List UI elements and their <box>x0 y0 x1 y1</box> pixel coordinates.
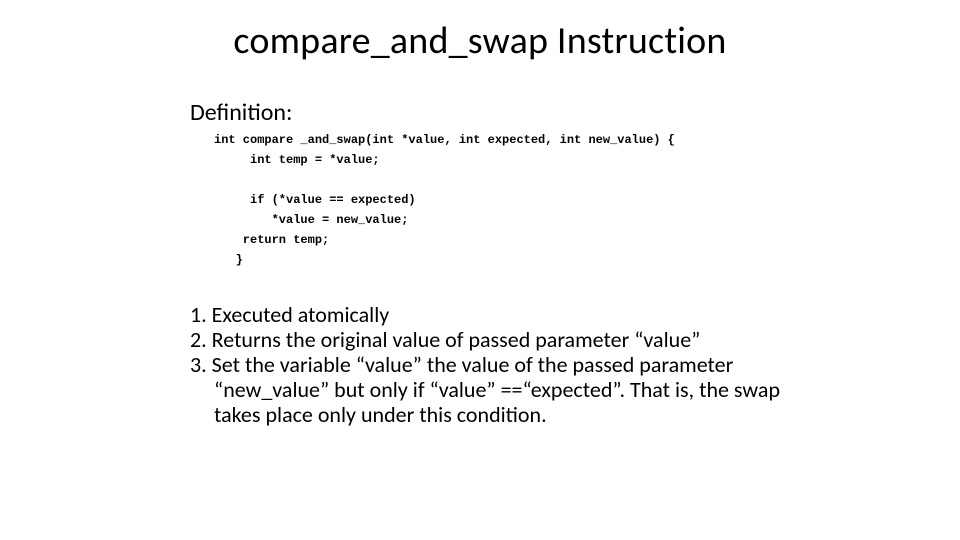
bullet-item: 3. Set the variable “value” the value of… <box>190 352 780 427</box>
slide-title: compare_and_swap Instruction <box>0 18 960 64</box>
bullet-list: 1. Executed atomically 2. Returns the or… <box>190 302 780 427</box>
code-block: int compare _and_swap(int *value, int ex… <box>214 130 675 270</box>
code-line: int temp = *value; <box>214 153 380 167</box>
code-line: return temp; <box>214 233 329 247</box>
code-line: *value = new_value; <box>214 213 408 227</box>
code-line: int compare _and_swap(int *value, int ex… <box>214 133 675 147</box>
bullet-item: 1. Executed atomically <box>190 302 780 327</box>
slide: compare_and_swap Instruction Definition:… <box>0 0 960 540</box>
bullet-item: 2. Returns the original value of passed … <box>190 327 780 352</box>
code-line: } <box>214 253 243 267</box>
definition-label: Definition: <box>190 98 292 127</box>
code-line: if (*value == expected) <box>214 193 416 207</box>
